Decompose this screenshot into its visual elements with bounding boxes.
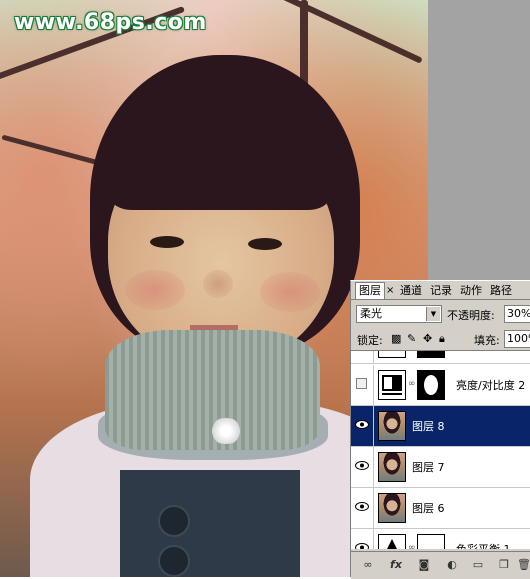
layer-thumbnail [378,351,406,358]
blend-mode-select[interactable]: 柔光 ▼ [356,305,442,323]
layer-thumbnail [378,493,406,523]
chain-link-icon: ∞ [408,543,416,549]
visibility-cell[interactable] [351,488,374,528]
visibility-off-box[interactable] [356,378,367,389]
layer-name: 图层 8 [412,420,445,433]
tab-channels[interactable]: 通道 [397,283,425,299]
layer-name: 图层 6 [412,502,445,515]
opacity-label: 不透明度: [447,309,495,322]
lock-move-icon[interactable]: ✥ [423,332,432,345]
lock-label: 锁定: [357,334,383,347]
mask-thumbnail [417,534,445,549]
overalls [120,470,300,577]
eye-icon[interactable] [355,543,369,549]
mask-icon[interactable]: ◙ [417,558,431,572]
watermark: www.68ps.com [14,10,207,35]
tab-paths[interactable]: 路径 [487,283,515,299]
new-layer-icon[interactable]: ❐ [497,558,511,572]
blend-mode-value: 柔光 [360,307,382,320]
layer-row-layer-8[interactable]: 图层 8 [351,406,530,447]
brooch [207,418,245,444]
layer-name: 亮度/对比度 2 [456,379,526,392]
brightness-contrast-icon [378,370,406,400]
right-eye [248,238,282,250]
mask-thumbnail [417,351,445,358]
close-icon[interactable]: × [386,284,394,298]
chain-link-icon: ∞ [408,379,416,389]
lock-row: 锁定: ▩ ✎ ✥ 🔒︎ 填充: 100% [351,329,530,349]
left-eye [150,236,184,248]
layer-row-layer-7[interactable]: 图层 7 [351,447,530,488]
layer-thumbnail [378,411,406,441]
right-cheek [260,272,320,312]
layer-row-color-balance[interactable]: ∞ 色彩平衡 1 [351,529,530,549]
panel-bottom-bar: ∞ fx ◙ ◐ ▭ ❐ 🗑︎ [351,551,530,579]
lock-transparency-icon[interactable]: ▩ [391,332,401,345]
lock-all-icon[interactable]: 🔒︎ [439,332,445,345]
layer-row-partial[interactable] [351,351,530,364]
fill-label: 填充: [474,334,500,347]
eye-icon[interactable] [355,502,369,511]
mask-thumbnail [417,370,445,400]
opacity-input[interactable]: 30% [504,305,530,323]
fill-input[interactable]: 100% [504,330,530,348]
nose [203,270,233,298]
tab-layers[interactable]: 图层 [355,282,385,299]
folder-icon[interactable]: ▭ [471,558,485,572]
layer-row-brightness-contrast[interactable]: ∞ 亮度/对比度 2 [351,365,530,406]
visibility-cell[interactable] [351,529,374,549]
layer-name: 图层 7 [412,461,445,474]
visibility-cell[interactable] [351,406,374,446]
link-icon[interactable]: ∞ [361,558,375,572]
left-cheek [125,270,185,310]
layers-panel: 图层 × 通道 记录 动作 路径 柔光 ▼ 不透明度: 30% 锁定: ▩ ✎ … [350,280,530,579]
chevron-down-icon[interactable]: ▼ [426,307,440,321]
fx-icon[interactable]: fx [389,558,403,572]
blend-row: 柔光 ▼ 不透明度: 30% [351,303,530,325]
visibility-cell[interactable] [351,447,374,487]
trash-icon[interactable]: 🗑︎ [517,558,530,572]
overall-button [158,505,190,537]
overall-button [158,545,190,577]
eye-icon[interactable] [355,420,369,429]
layer-thumbnail [378,452,406,482]
layer-name: 色彩平衡 1 [456,541,511,549]
color-balance-icon [378,534,406,549]
lock-brush-icon[interactable]: ✎ [407,332,416,345]
adjustment-icon[interactable]: ◐ [445,558,459,572]
visibility-cell[interactable] [351,351,374,363]
eye-icon[interactable] [355,461,369,470]
tree-branch [257,0,423,64]
panel-tabbar: 图层 × 通道 记录 动作 路径 [351,281,530,300]
layer-list: ∞ 亮度/对比度 2 图层 8 图层 7 图层 6 ∞ [351,350,530,549]
layer-row-layer-6[interactable]: 图层 6 [351,488,530,529]
tab-history[interactable]: 记录 [427,283,455,299]
visibility-cell[interactable] [351,365,374,405]
tab-actions[interactable]: 动作 [457,283,485,299]
